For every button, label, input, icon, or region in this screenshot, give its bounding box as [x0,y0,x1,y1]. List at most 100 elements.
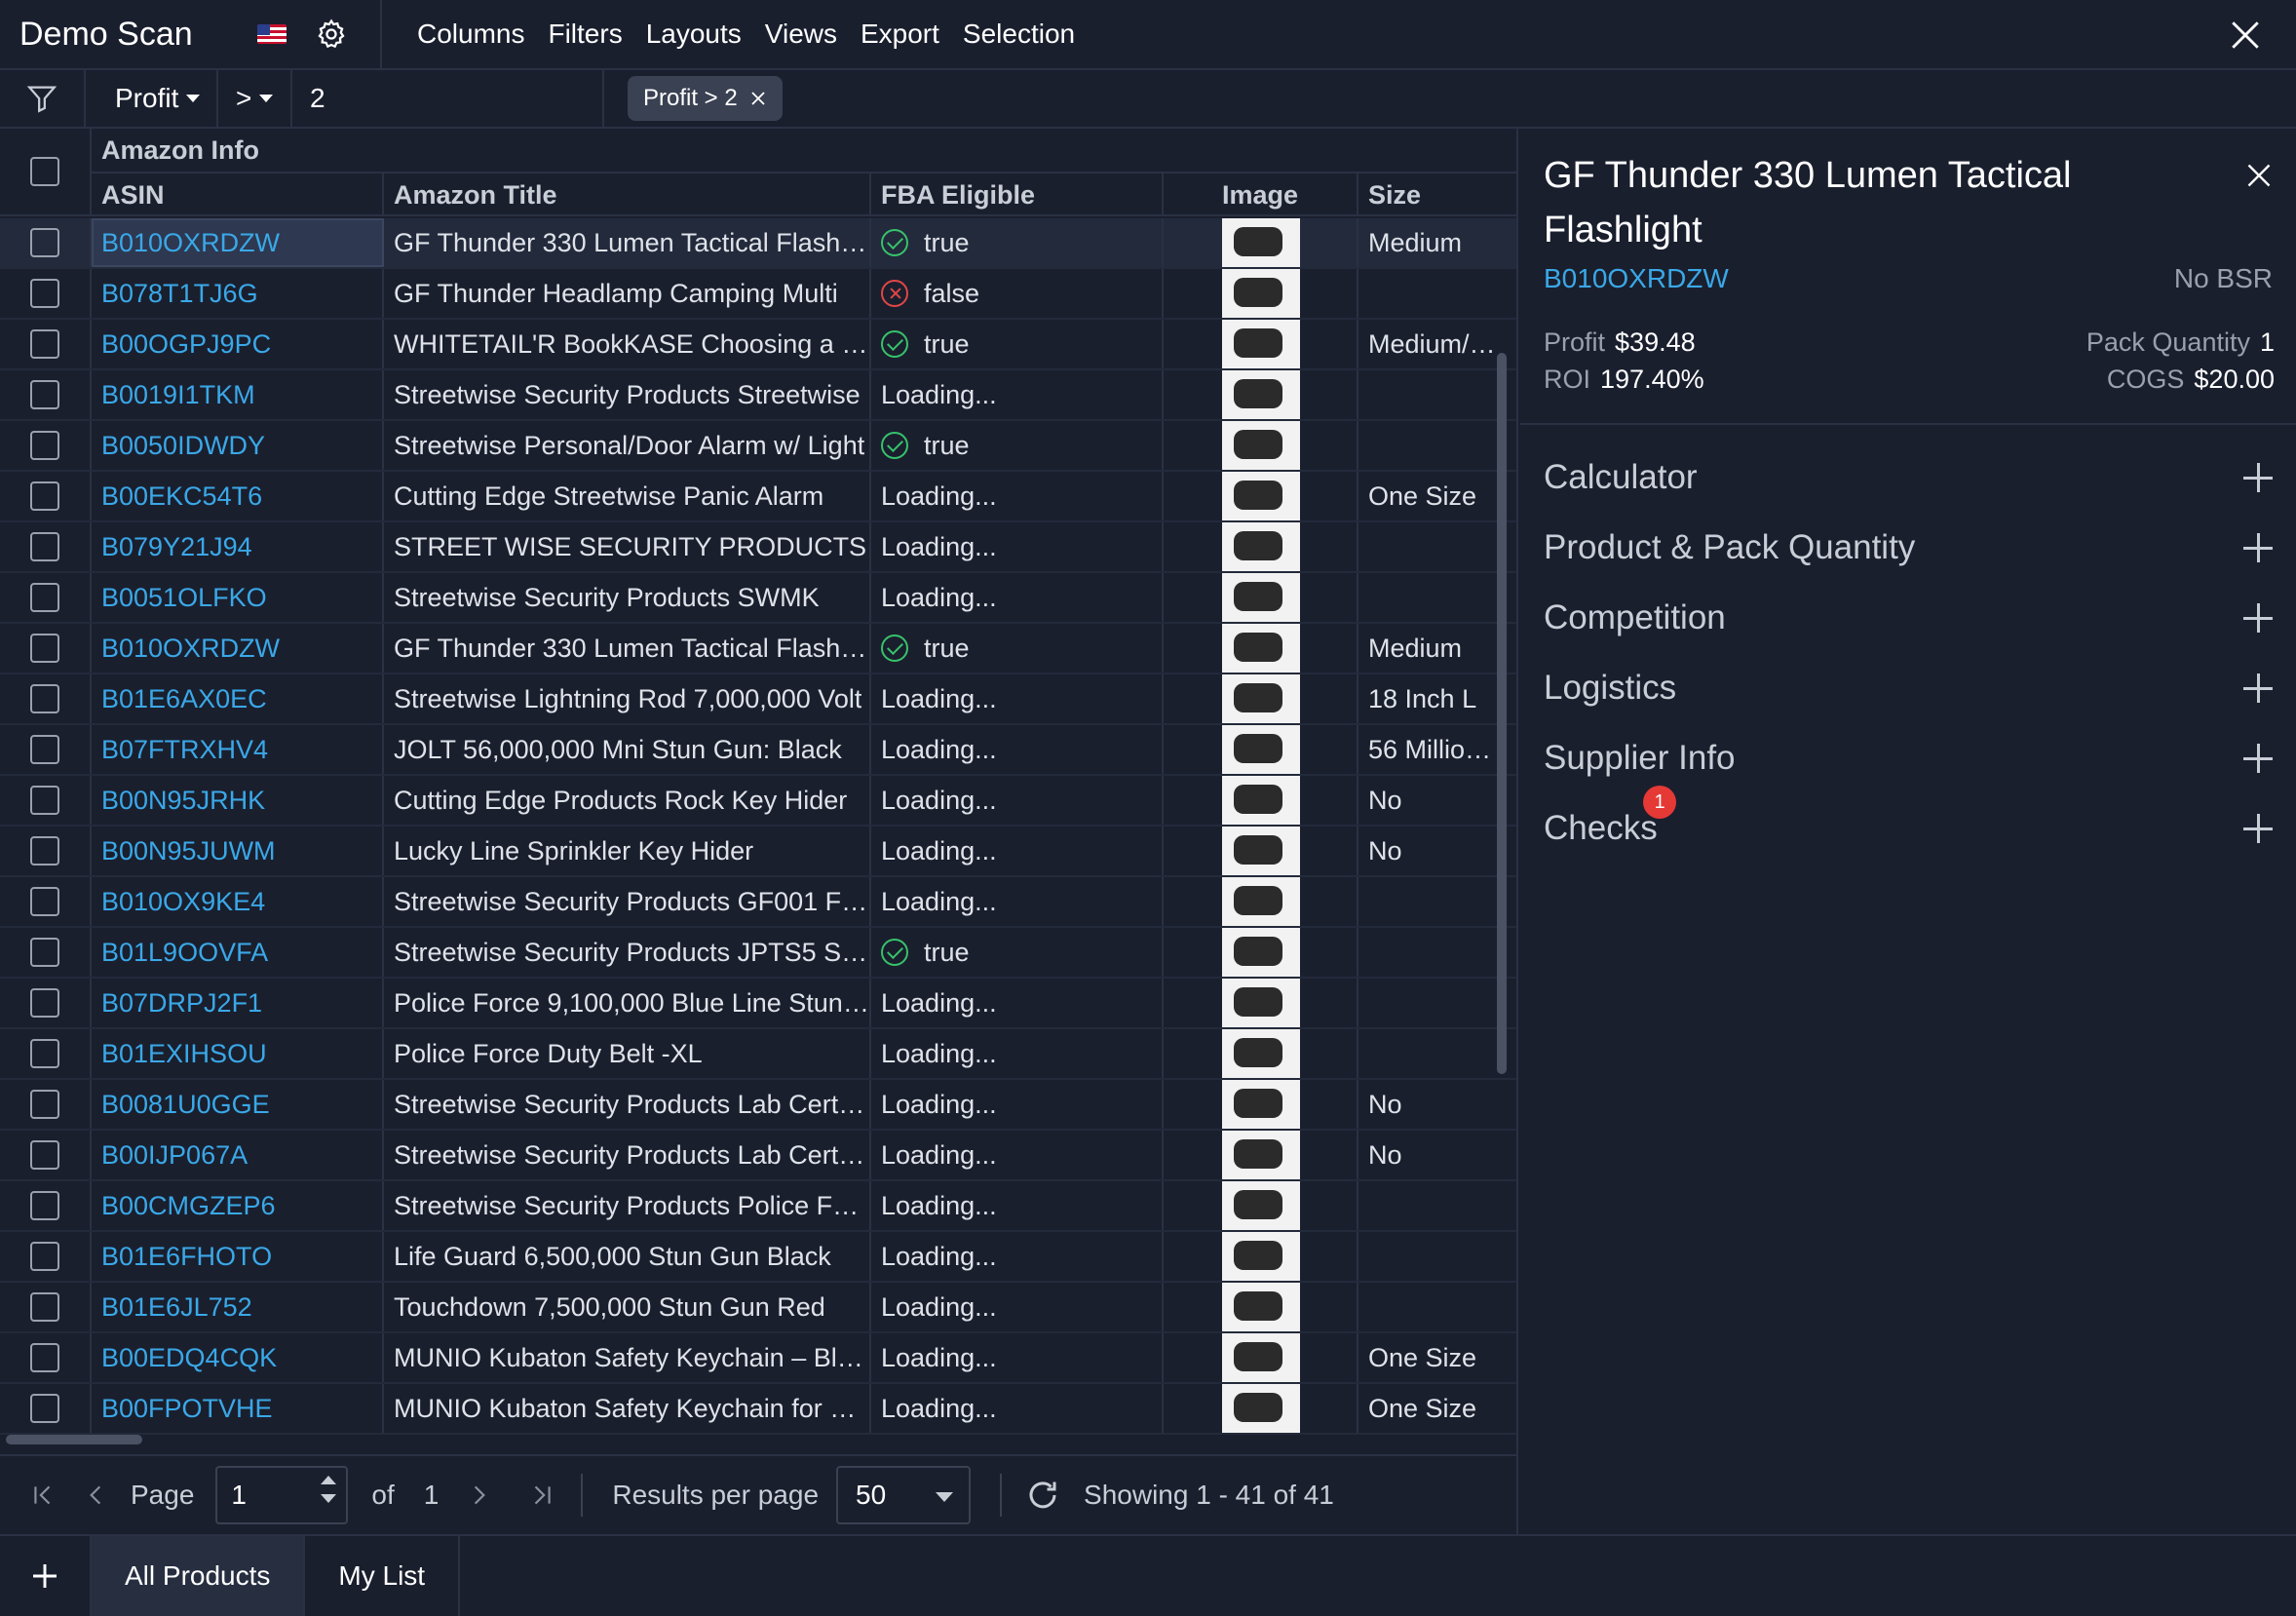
asin-cell[interactable]: B010OX9KE4 [92,877,384,926]
product-thumbnail[interactable] [1222,1029,1300,1078]
row-checkbox[interactable] [30,380,59,409]
asin-cell[interactable]: B010OXRDZW [92,624,384,673]
product-thumbnail[interactable] [1222,725,1300,774]
asin-link[interactable]: B01E6AX0EC [101,684,267,714]
plus-icon[interactable] [2243,673,2273,703]
asin-link[interactable]: B0081U0GGE [101,1090,270,1120]
row-checkbox[interactable] [30,583,59,612]
row-checkbox[interactable] [30,279,59,308]
filter-field-select[interactable]: Profit [86,70,218,127]
product-thumbnail[interactable] [1222,1131,1300,1179]
table-row[interactable]: B07FTRXHV4 JOLT 56,000,000 Mni Stun Gun: … [0,725,1516,776]
menu-layouts[interactable]: Layouts [646,19,742,50]
asin-link[interactable]: B00N95JRHK [101,786,265,816]
table-row[interactable]: B00IJP067A Streetwise Security Products L… [0,1131,1516,1181]
table-row[interactable]: B01E6FHOTO Life Guard 6,500,000 Stun Gun … [0,1232,1516,1283]
menu-columns[interactable]: Columns [417,19,524,50]
asin-link[interactable]: B07FTRXHV4 [101,735,268,765]
row-checkbox[interactable] [30,329,59,359]
col-header-image[interactable]: Image [1164,173,1358,216]
product-thumbnail[interactable] [1222,624,1300,673]
product-thumbnail[interactable] [1222,522,1300,571]
asin-cell[interactable]: B00CMGZEP6 [92,1181,384,1230]
plus-icon[interactable] [2243,463,2273,492]
product-thumbnail[interactable] [1222,928,1300,977]
row-checkbox[interactable] [30,634,59,663]
table-row[interactable]: B0019I1TKM Streetwise Security Products S… [0,370,1516,421]
table-row[interactable]: B00N95JUWM Lucky Line Sprinkler Key Hider… [0,827,1516,877]
col-header-size[interactable]: Size [1358,173,1516,216]
asin-link[interactable]: B00CMGZEP6 [101,1191,276,1221]
refresh-icon[interactable] [1021,1474,1064,1517]
product-thumbnail[interactable] [1222,472,1300,520]
next-page-icon[interactable] [458,1474,501,1517]
asin-cell[interactable]: B00EKC54T6 [92,472,384,520]
asin-link[interactable]: B07DRPJ2F1 [101,988,262,1019]
product-thumbnail[interactable] [1222,1080,1300,1129]
plus-icon[interactable] [2243,744,2273,773]
asin-cell[interactable]: B00N95JRHK [92,776,384,825]
asin-link[interactable]: B01E6JL752 [101,1292,252,1323]
table-row[interactable]: B07DRPJ2F1 Police Force 9,100,000 Blue Li… [0,979,1516,1029]
plus-icon[interactable] [2243,603,2273,633]
detail-asin-link[interactable]: B010OXRDZW [1544,263,1729,294]
asin-link[interactable]: B00EDQ4CQK [101,1343,277,1373]
table-row[interactable]: B01L9OOVFA Streetwise Security Products J… [0,928,1516,979]
menu-export[interactable]: Export [861,19,939,50]
row-checkbox[interactable] [30,684,59,713]
asin-cell[interactable]: B078T1TJ6G [92,269,384,318]
asin-link[interactable]: B010OXRDZW [101,228,280,258]
row-checkbox[interactable] [30,1140,59,1170]
asin-link[interactable]: B01E6FHOTO [101,1242,272,1272]
product-thumbnail[interactable] [1222,1333,1300,1382]
close-icon[interactable] [2222,12,2269,58]
results-per-page-select[interactable]: 50 [836,1466,972,1524]
tab-my-list[interactable]: My List [305,1536,461,1616]
asin-link[interactable]: B00EKC54T6 [101,481,262,512]
row-checkbox[interactable] [30,1039,59,1068]
product-thumbnail[interactable] [1222,877,1300,926]
table-row[interactable]: B00EKC54T6 Cutting Edge Streetwise Panic … [0,472,1516,522]
table-row[interactable]: B010OXRDZW GF Thunder 330 Lumen Tactical … [0,624,1516,674]
row-checkbox[interactable] [30,1343,59,1372]
product-thumbnail[interactable] [1222,1232,1300,1281]
asin-cell[interactable]: B01E6JL752 [92,1283,384,1331]
asin-link[interactable]: B0050IDWDY [101,431,265,461]
product-thumbnail[interactable] [1222,1384,1300,1433]
asin-link[interactable]: B010OXRDZW [101,634,280,664]
row-checkbox[interactable] [30,431,59,460]
asin-link[interactable]: B00FPOTVHE [101,1394,273,1424]
col-header-asin[interactable]: ASIN [92,173,384,216]
product-thumbnail[interactable] [1222,776,1300,825]
product-thumbnail[interactable] [1222,370,1300,419]
horizontal-scrollbar[interactable] [6,1435,142,1444]
table-row[interactable]: B079Y21J94 STREET WISE SECURITY PRODUCTS L… [0,522,1516,573]
prev-page-icon[interactable] [74,1474,117,1517]
product-thumbnail[interactable] [1222,421,1300,470]
tab-all-products[interactable]: All Products [90,1536,306,1616]
product-thumbnail[interactable] [1222,827,1300,875]
asin-cell[interactable]: B010OXRDZW [92,218,384,267]
product-thumbnail[interactable] [1222,218,1300,267]
table-row[interactable]: B01E6JL752 Touchdown 7,500,000 Stun Gun R… [0,1283,1516,1333]
asin-cell[interactable]: B00FPOTVHE [92,1384,384,1433]
section-product-pack-quantity[interactable]: Product & Pack Quantity [1544,519,2273,577]
close-icon[interactable] [2238,154,2280,197]
last-page-icon[interactable] [520,1474,563,1517]
first-page-icon[interactable] [21,1474,64,1517]
section-logistics[interactable]: Logistics [1544,659,2273,717]
table-row[interactable]: B00CMGZEP6 Streetwise Security Products P… [0,1181,1516,1232]
section-competition[interactable]: Competition [1544,589,2273,647]
filter-icon[interactable] [0,70,86,127]
row-checkbox[interactable] [30,786,59,815]
row-checkbox[interactable] [30,1191,59,1220]
col-header-title[interactable]: Amazon Title [384,173,871,216]
vertical-scrollbar[interactable] [1497,353,1507,1074]
menu-filters[interactable]: Filters [548,19,622,50]
row-checkbox[interactable] [30,1394,59,1423]
row-checkbox[interactable] [30,532,59,561]
asin-cell[interactable]: B0051OLFKO [92,573,384,622]
asin-link[interactable]: B010OX9KE4 [101,887,265,917]
filter-chip[interactable]: Profit > 2 [628,76,783,121]
row-checkbox[interactable] [30,1090,59,1119]
